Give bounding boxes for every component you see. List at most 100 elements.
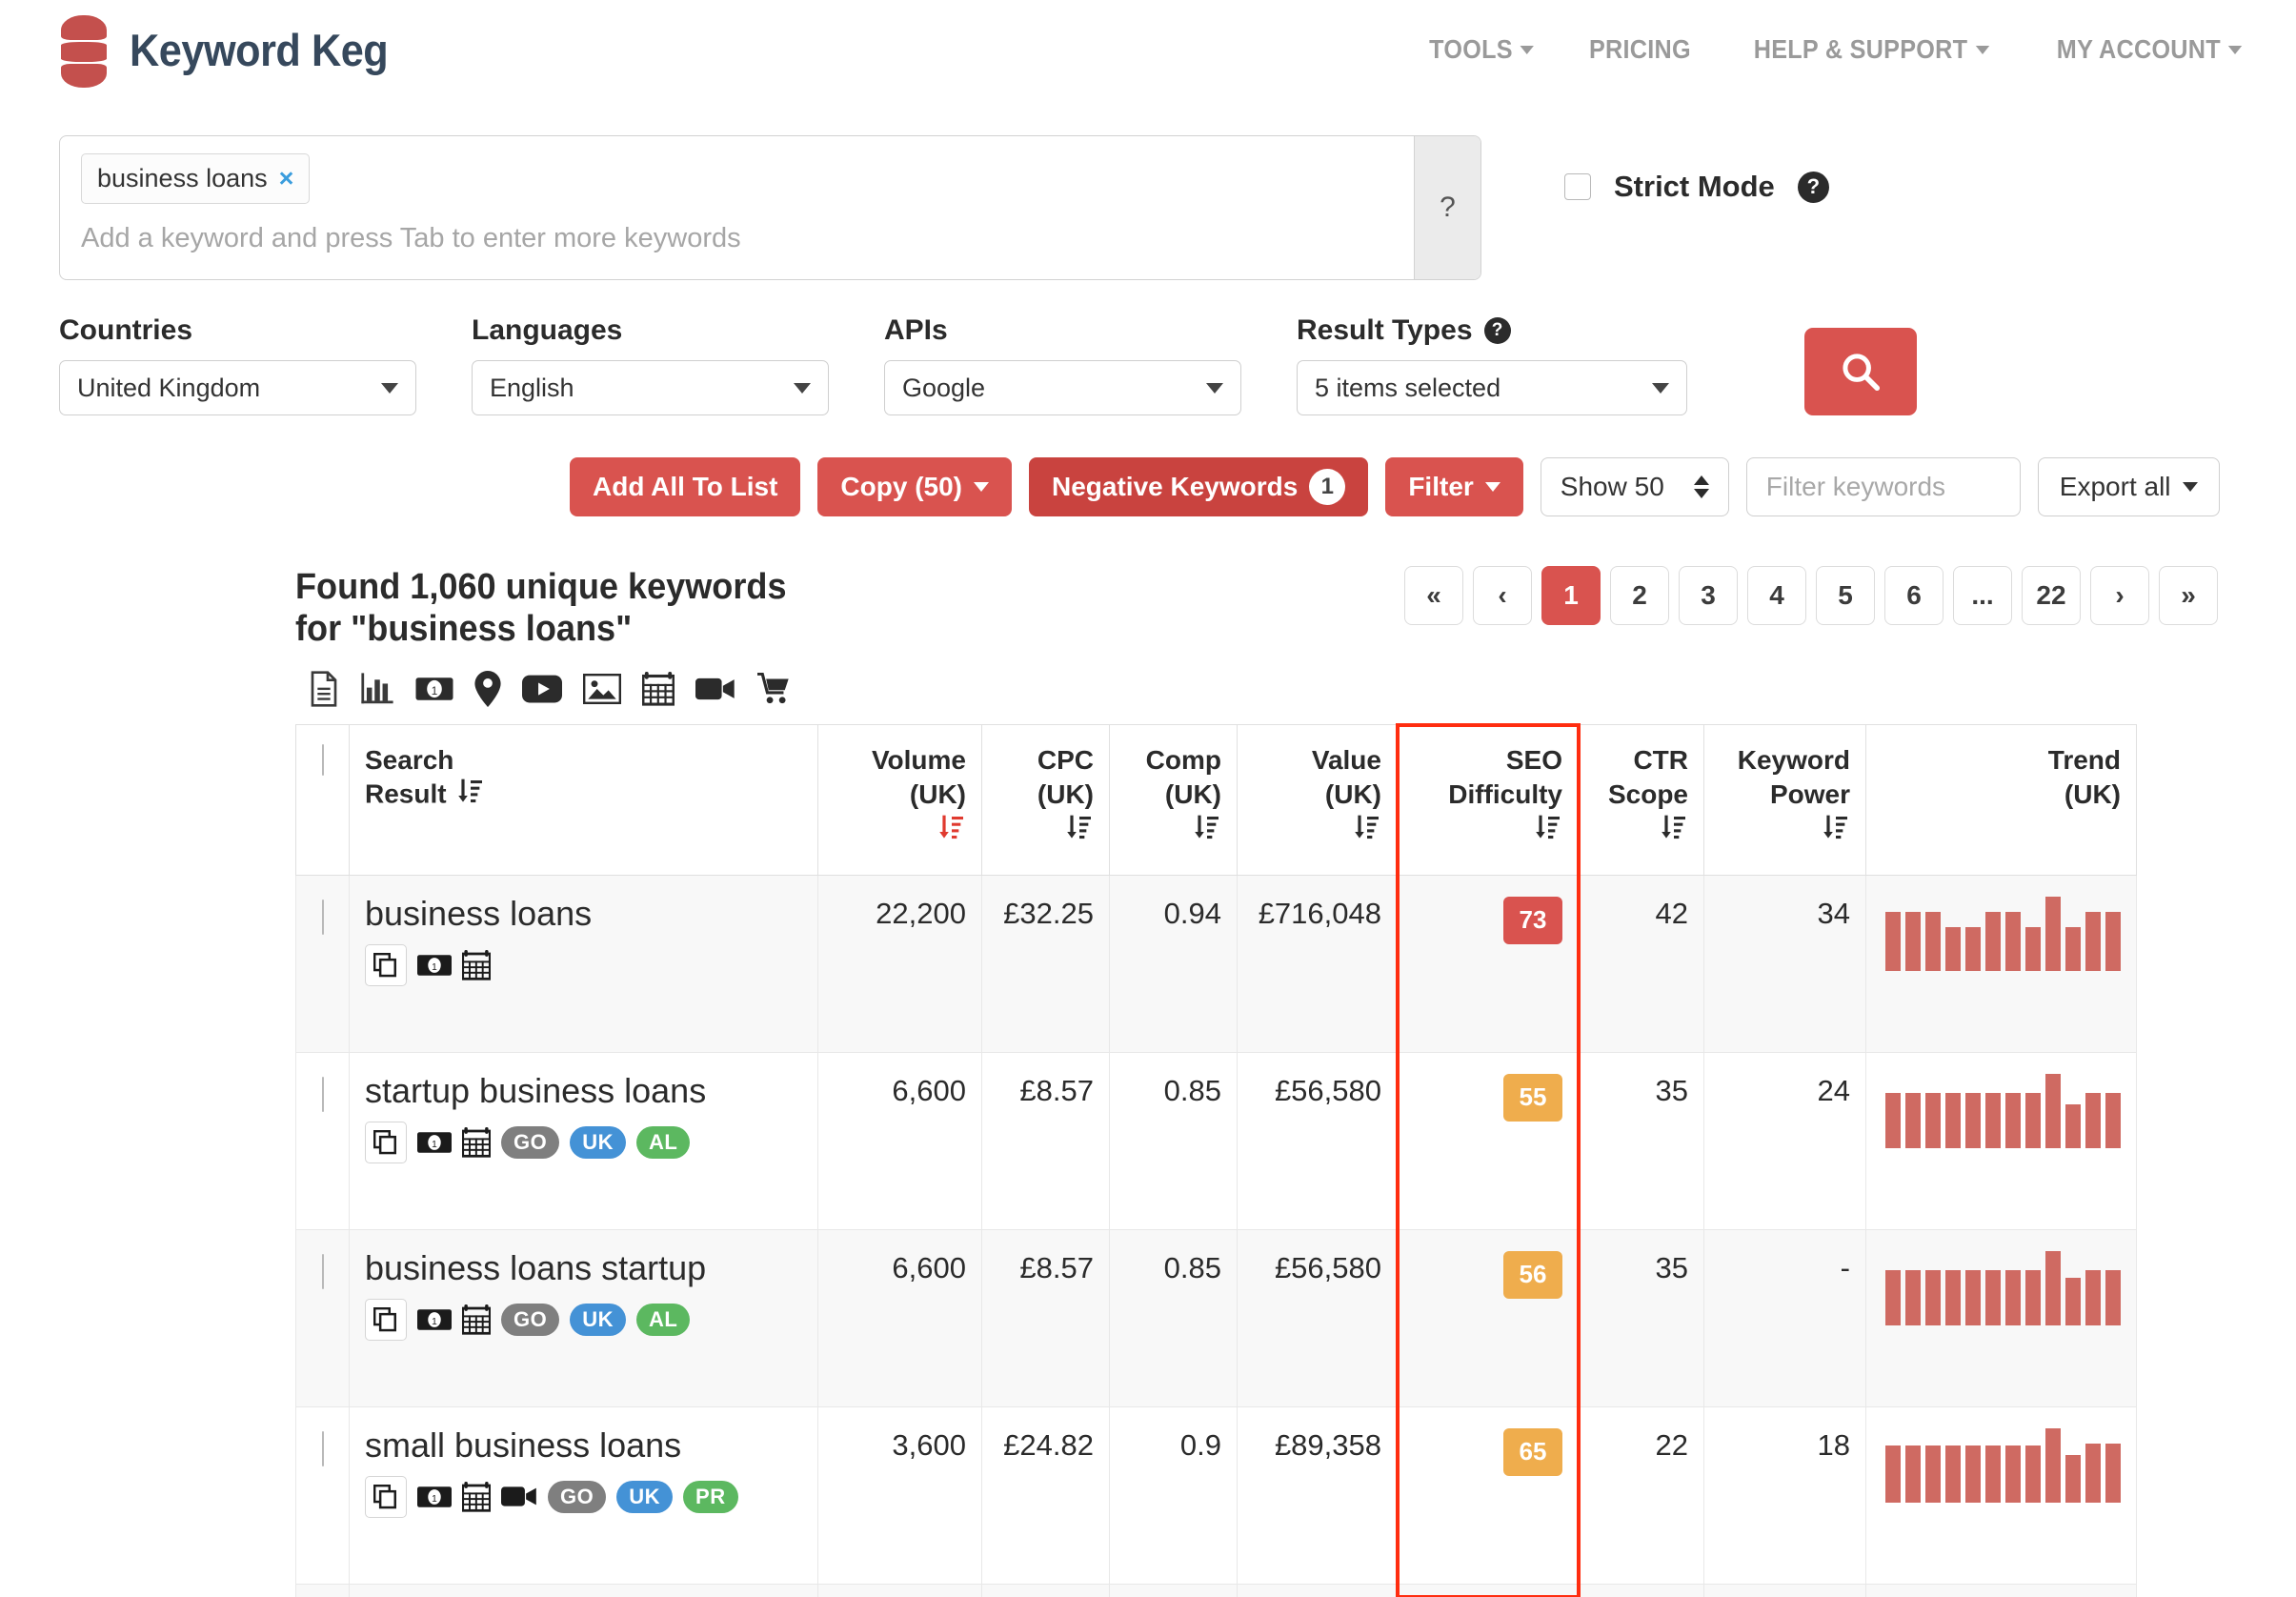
- pagination-page-6[interactable]: 6: [1884, 566, 1944, 625]
- row-checkbox[interactable]: [321, 1253, 324, 1289]
- help-icon[interactable]: ?: [1797, 171, 1829, 203]
- row-checkbox[interactable]: [321, 1430, 324, 1466]
- sort-icon[interactable]: [1822, 813, 1850, 851]
- tag-uk[interactable]: UK: [570, 1303, 627, 1336]
- row-checkbox[interactable]: [321, 899, 324, 935]
- calendar-icon[interactable]: [462, 949, 491, 980]
- pagination-page-4[interactable]: 4: [1747, 566, 1806, 625]
- keyword-help-button[interactable]: ?: [1414, 136, 1480, 279]
- keyword-input-placeholder[interactable]: Add a keyword and press Tab to enter mor…: [81, 223, 1393, 254]
- stepper-arrows-icon[interactable]: [1693, 475, 1709, 498]
- column-header-ctr-scope[interactable]: CTR Scope: [1578, 724, 1704, 876]
- pagination-page-»[interactable]: »: [2159, 566, 2218, 625]
- calendar-icon[interactable]: [642, 672, 675, 706]
- pagination-page-22[interactable]: 22: [2022, 566, 2081, 625]
- calendar-icon[interactable]: [462, 1126, 491, 1158]
- column-header-cpc[interactable]: CPC (UK): [981, 724, 1110, 876]
- bar-chart-icon[interactable]: [360, 672, 394, 706]
- table-row[interactable]: business loans in uk1GOUKAL3,600£20.820.…: [295, 1583, 2137, 1597]
- money-icon[interactable]: 1: [417, 1308, 452, 1331]
- nav-item-pricing[interactable]: PRICING: [1589, 34, 1691, 65]
- tag-go[interactable]: GO: [501, 1125, 560, 1159]
- row-checkbox-cell[interactable]: [295, 1405, 350, 1585]
- tag-uk[interactable]: UK: [616, 1480, 674, 1513]
- copy-icon[interactable]: [365, 943, 407, 986]
- keyword-token-area[interactable]: business loans × Add a keyword and press…: [60, 136, 1414, 279]
- search-button[interactable]: [1804, 328, 1917, 415]
- money-icon[interactable]: 1: [417, 954, 452, 977]
- document-icon[interactable]: [309, 671, 339, 707]
- apis-select[interactable]: Google: [884, 360, 1241, 415]
- pagination-page-5[interactable]: 5: [1816, 566, 1875, 625]
- tag-al[interactable]: AL: [636, 1125, 691, 1159]
- keyword-text[interactable]: small business loans: [365, 1427, 802, 1463]
- column-header-keyword-power[interactable]: Keyword Power: [1703, 724, 1866, 876]
- column-header-search-result[interactable]: Search Result: [349, 724, 818, 876]
- sort-icon[interactable]: [456, 777, 485, 815]
- column-header-comp[interactable]: Comp (UK): [1109, 724, 1238, 876]
- sort-icon[interactable]: [1193, 813, 1221, 851]
- table-row[interactable]: small business loans 1 GO UK PR 3,600 £24.82 0.…: [295, 1405, 2137, 1585]
- tag-go[interactable]: GO: [501, 1303, 560, 1336]
- sort-icon[interactable]: [1534, 813, 1562, 851]
- table-row[interactable]: business loans 1 22,200 £32.25 0.94 £716,048 7…: [295, 874, 2137, 1053]
- tag-pr[interactable]: PR: [683, 1480, 738, 1513]
- video-camera-icon[interactable]: [695, 676, 735, 702]
- negative-keywords-button[interactable]: Negative Keywords 1: [1029, 457, 1369, 516]
- tag-go[interactable]: GO: [548, 1480, 607, 1513]
- money-icon[interactable]: 1: [415, 677, 453, 701]
- shopping-cart-icon[interactable]: [756, 673, 791, 705]
- select-all-checkbox[interactable]: [321, 744, 324, 777]
- close-icon[interactable]: ×: [279, 164, 294, 193]
- nav-item-my-account[interactable]: MY ACCOUNT: [2057, 34, 2243, 65]
- nav-item-help-support[interactable]: HELP & SUPPORT: [1754, 34, 1990, 65]
- pagination-page-1[interactable]: 1: [1541, 566, 1601, 625]
- copy-icon[interactable]: [365, 1121, 407, 1163]
- pagination-page-...[interactable]: ...: [1953, 566, 2012, 625]
- pagination-page-›[interactable]: ›: [2090, 566, 2149, 625]
- sort-icon[interactable]: [1353, 813, 1381, 851]
- help-icon[interactable]: ?: [1483, 317, 1511, 344]
- copy-icon[interactable]: [365, 1298, 407, 1341]
- filter-keywords-input[interactable]: Filter keywords: [1745, 457, 2021, 516]
- countries-select[interactable]: United Kingdom: [59, 360, 416, 415]
- pagination-page-«[interactable]: «: [1404, 566, 1463, 625]
- table-row[interactable]: business loans startup 1 GO UK AL 6,600 £8.57 0…: [295, 1228, 2137, 1407]
- sort-icon[interactable]: [937, 813, 966, 851]
- brand-logo[interactable]: Keyword Keg: [59, 15, 411, 88]
- money-icon[interactable]: 1: [417, 1486, 452, 1508]
- row-checkbox-cell[interactable]: [295, 874, 350, 1053]
- pagination-page-‹[interactable]: ‹: [1473, 566, 1532, 625]
- keyword-text[interactable]: business loans: [365, 896, 802, 931]
- column-header-seo-difficulty[interactable]: SEO Difficulty: [1397, 724, 1579, 876]
- pagination-page-2[interactable]: 2: [1610, 566, 1669, 625]
- table-row[interactable]: startup business loans 1 GO UK AL 6,600 £8.57 0…: [295, 1051, 2137, 1230]
- column-header-volume[interactable]: Volume (UK): [817, 724, 982, 876]
- copy-button[interactable]: Copy (50): [817, 457, 1012, 516]
- languages-select[interactable]: English: [472, 360, 829, 415]
- image-icon[interactable]: [583, 674, 621, 705]
- sort-icon[interactable]: [1660, 813, 1688, 851]
- export-all-button[interactable]: Export all: [2037, 457, 2220, 516]
- keyword-input-box[interactable]: business loans × Add a keyword and press…: [59, 135, 1481, 280]
- calendar-icon[interactable]: [462, 1304, 491, 1335]
- add-all-to-list-button[interactable]: Add All To List: [570, 457, 801, 516]
- pagination-page-3[interactable]: 3: [1679, 566, 1738, 625]
- keyword-token[interactable]: business loans ×: [81, 153, 311, 204]
- column-header-select-all[interactable]: [295, 724, 350, 876]
- filter-button[interactable]: Filter: [1385, 457, 1523, 516]
- result-types-select[interactable]: 5 items selected: [1297, 360, 1687, 415]
- calendar-icon[interactable]: [462, 1481, 491, 1512]
- sort-icon[interactable]: [1065, 813, 1094, 851]
- tag-al[interactable]: AL: [636, 1303, 691, 1336]
- keyword-text[interactable]: startup business loans: [365, 1073, 802, 1108]
- copy-icon[interactable]: [365, 1475, 407, 1518]
- money-icon[interactable]: 1: [417, 1131, 452, 1154]
- video-play-icon[interactable]: [522, 675, 562, 703]
- row-checkbox-cell[interactable]: [295, 1228, 350, 1407]
- show-count-stepper[interactable]: Show 50: [1540, 457, 1729, 516]
- strict-mode-checkbox[interactable]: [1564, 173, 1591, 200]
- row-checkbox-cell[interactable]: [295, 1583, 350, 1597]
- row-checkbox-cell[interactable]: [295, 1051, 350, 1230]
- tag-uk[interactable]: UK: [570, 1125, 627, 1159]
